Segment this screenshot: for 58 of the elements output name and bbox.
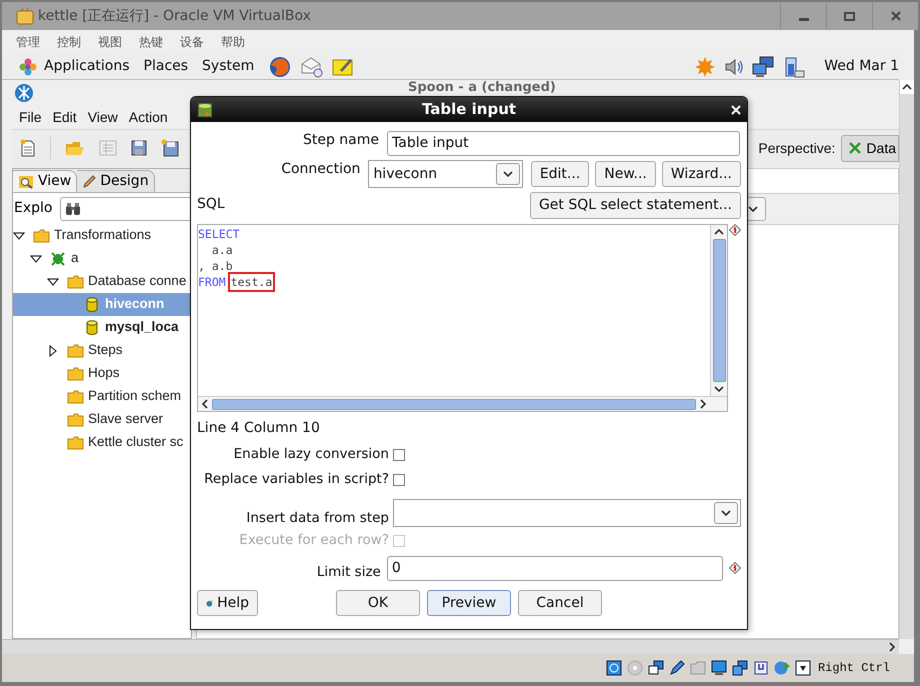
perspective-button[interactable]: Data: [841, 134, 899, 162]
menu-item[interactable]: 控制: [57, 33, 81, 51]
sql-keyword: FROM: [198, 274, 226, 290]
limit-size-field[interactable]: 0: [386, 556, 723, 580]
dialog-button[interactable]: Wizard...: [662, 161, 741, 187]
tree-item[interactable]: mysql_loca: [13, 316, 191, 339]
host-key-label: Right Ctrl: [818, 660, 890, 677]
sql-text: a.a: [210, 242, 233, 258]
explorer-label: Explo: [14, 199, 54, 218]
dialog-button[interactable]: Preview: [427, 590, 511, 616]
spoon-title: Spoon - a (changed): [408, 80, 556, 96]
sql-label: SQL: [197, 195, 225, 214]
tree-item[interactable]: Database conne: [13, 270, 191, 293]
panel-menu[interactable]: Places: [144, 56, 188, 77]
menu-item[interactable]: File: [19, 107, 42, 128]
help-button[interactable]: Help: [197, 590, 258, 616]
perspective-label: Perspective:: [758, 138, 836, 158]
field-label: Replace variables in script?: [203, 470, 389, 490]
menu-item[interactable]: 帮助: [221, 33, 245, 51]
tab[interactable]: View: [13, 170, 78, 192]
field-label: Limit size: [316, 562, 381, 582]
tab[interactable]: Design: [77, 170, 155, 192]
tree-item[interactable]: Steps: [13, 339, 191, 362]
sql-text: , a.b: [198, 258, 233, 274]
clock[interactable]: Wed Mar 1: [824, 56, 899, 77]
sql-keyword: SELECT: [198, 226, 240, 242]
tree-item[interactable]: Hops: [13, 362, 191, 385]
field-label: Connection: [280, 160, 360, 178]
dialog-title: Table input: [422, 99, 516, 120]
tree-item[interactable]: Slave server: [13, 408, 191, 431]
step-name-field[interactable]: Table input: [387, 131, 740, 156]
menu-item[interactable]: 管理: [16, 33, 40, 51]
sql-text: test.a: [230, 274, 274, 290]
window-title: kettle [正在运行] - Oracle VM VirtualBox: [38, 6, 311, 26]
menu-item[interactable]: Edit: [52, 107, 77, 128]
menu-item[interactable]: 视图: [98, 33, 122, 51]
tree-item[interactable]: Kettle cluster sc: [13, 431, 191, 454]
menu-item[interactable]: 热键: [139, 33, 163, 51]
dialog-button[interactable]: Edit...: [530, 161, 590, 187]
tree-item[interactable]: Transformations: [13, 224, 191, 247]
field-label: Enable lazy conversion: [232, 445, 389, 464]
dialog-button[interactable]: Cancel: [518, 590, 602, 616]
menu-item[interactable]: 设备: [180, 33, 204, 51]
cursor-position: Line 4 Column 10: [197, 419, 321, 438]
get-sql-button[interactable]: Get SQL select statement...: [530, 192, 741, 219]
tree-item[interactable]: a: [13, 247, 191, 270]
field-label: Execute for each row?: [238, 531, 389, 550]
field-label: Step name: [302, 131, 379, 150]
tree-item[interactable]: Partition schem: [13, 385, 191, 408]
menu-item[interactable]: Action: [128, 107, 168, 128]
menu-item[interactable]: View: [88, 107, 118, 128]
connection-select[interactable]: hiveconn: [368, 160, 523, 188]
dialog-button[interactable]: New...: [595, 161, 656, 187]
sql-editor[interactable]: SELECT a.a , a.b FROM test.a: [197, 224, 728, 412]
panel-menu[interactable]: Applications: [44, 56, 130, 77]
panel-menu[interactable]: System: [202, 56, 254, 77]
dialog-button[interactable]: OK: [336, 590, 420, 616]
field-label: Insert data from step: [245, 508, 389, 528]
